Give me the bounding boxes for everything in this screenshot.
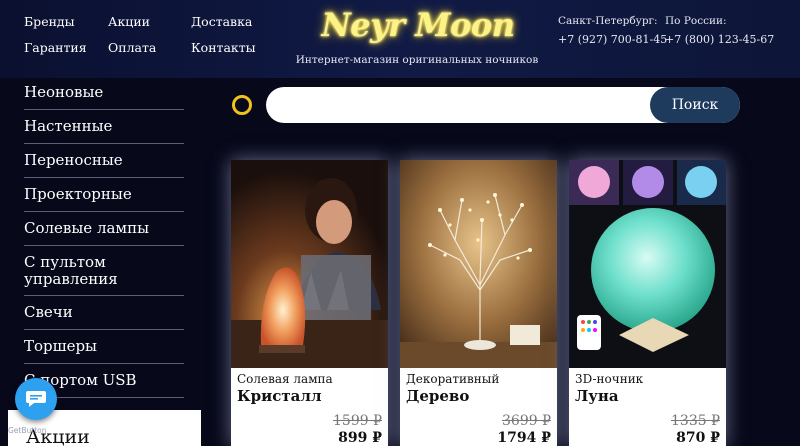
product-info: Декоративный Дерево 3699 ₽ 1794 ₽ — [406, 372, 551, 446]
product-subtitle: 3D-ночник — [575, 372, 644, 386]
product-subtitle: Декоративный — [406, 372, 500, 386]
contact-phone[interactable]: +7 (927) 700-81-45 — [558, 33, 667, 46]
product-image-salt-lamp[interactable] — [231, 160, 388, 368]
site-header: Бренды Акции Доставка Гарантия Оплата Ко… — [0, 0, 800, 78]
product-old-price: 1335 ₽ — [671, 413, 720, 429]
product-card[interactable]: Солевая лампа Кристалл 1599 ₽ 899 ₽ — [231, 160, 388, 446]
getbutton-text: GetButton — [8, 426, 47, 435]
product-name[interactable]: Дерево — [406, 387, 551, 405]
site-logo[interactable]: Neyr Moon — [318, 6, 518, 46]
product-name[interactable]: Кристалл — [237, 387, 382, 405]
search-bar: Поиск — [266, 87, 740, 123]
chat-icon — [26, 391, 46, 407]
product-price: 870 ₽ — [676, 430, 720, 446]
nav-payment[interactable]: Оплата — [108, 40, 156, 55]
sidebar-item-floor-lamps[interactable]: Торшеры — [24, 330, 184, 364]
nav-sales[interactable]: Акции — [108, 14, 150, 29]
product-subtitle: Солевая лампа — [237, 372, 333, 386]
getbutton-label[interactable]: GetButton — [8, 426, 47, 435]
product-card[interactable]: Декоративный Дерево 3699 ₽ 1794 ₽ — [400, 160, 557, 446]
product-old-price: 3699 ₽ — [502, 413, 551, 429]
contact-city: Санкт-Петербург: — [558, 15, 658, 27]
search-input[interactable] — [280, 87, 640, 123]
search-icon — [232, 95, 252, 115]
contact-phone[interactable]: +7 (800) 123-45-67 — [665, 33, 774, 46]
product-name[interactable]: Луна — [575, 387, 720, 405]
product-image-moon-lamp[interactable] — [569, 160, 726, 368]
sidebar-item-neon[interactable]: Неоновые — [24, 76, 184, 110]
product-info: Солевая лампа Кристалл 1599 ₽ 899 ₽ — [237, 372, 382, 446]
product-card[interactable]: 3D-ночник Луна 1335 ₽ 870 ₽ — [569, 160, 726, 446]
contact-spb: Санкт-Петербург: +7 (927) 700-81-45 — [558, 15, 667, 46]
sidebar-item-wall[interactable]: Настенные — [24, 110, 184, 144]
product-price: 1794 ₽ — [497, 430, 551, 446]
category-sidebar: Неоновые Настенные Переносные Проекторны… — [24, 76, 184, 398]
search-button[interactable]: Поиск — [650, 87, 740, 123]
chat-widget-button[interactable] — [15, 378, 57, 420]
contact-city: По России: — [665, 15, 727, 27]
nav-warranty[interactable]: Гарантия — [24, 40, 87, 55]
sidebar-item-portable[interactable]: Переносные — [24, 144, 184, 178]
sidebar-item-projector[interactable]: Проекторные — [24, 178, 184, 212]
sidebar-item-remote[interactable]: С пультом управления — [24, 246, 184, 296]
nav-delivery[interactable]: Доставка — [191, 14, 252, 29]
nav-contacts[interactable]: Контакты — [191, 40, 256, 55]
site-tagline: Интернет-магазин оригинальных ночников — [295, 54, 539, 66]
contact-russia: По России: +7 (800) 123-45-67 — [665, 15, 774, 46]
sidebar-item-candles[interactable]: Свечи — [24, 296, 184, 330]
product-old-price: 1599 ₽ — [333, 413, 382, 429]
product-image-tree-lamp[interactable] — [400, 160, 557, 368]
product-info: 3D-ночник Луна 1335 ₽ 870 ₽ — [575, 372, 720, 446]
sidebar-item-salt-lamps[interactable]: Солевые лампы — [24, 212, 184, 246]
nav-brands[interactable]: Бренды — [24, 14, 75, 29]
product-price: 899 ₽ — [338, 430, 382, 446]
